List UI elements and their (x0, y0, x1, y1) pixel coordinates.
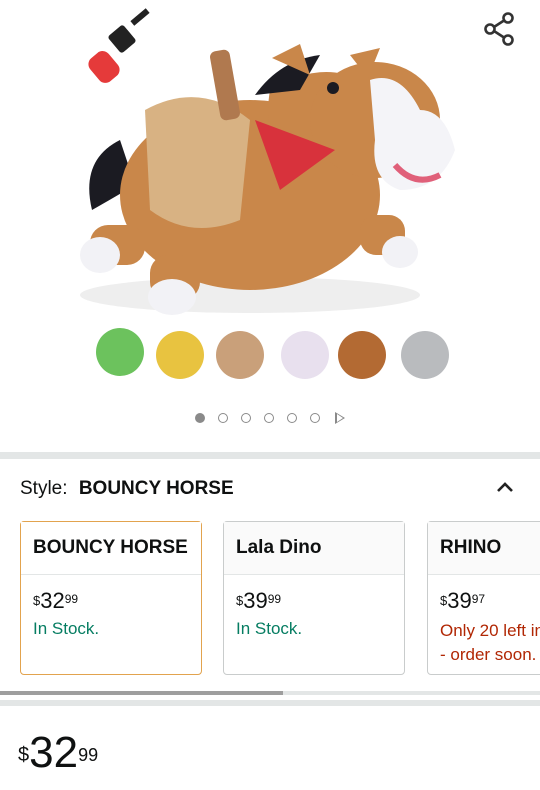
product-price: $3299 (18, 728, 99, 777)
style-selected-value: BOUNCY HORSE (78, 478, 234, 499)
style-option-name: BOUNCY HORSE (21, 522, 201, 575)
style-selector-header: Style: BOUNCY HORSE (20, 478, 234, 500)
page-dot[interactable] (218, 413, 228, 423)
section-divider (0, 700, 540, 706)
unicorn-thumbnail-icon (281, 331, 329, 379)
giraffe-thumbnail-icon (156, 331, 204, 379)
carousel-scrollbar-thumb[interactable] (0, 691, 283, 695)
chevron-up-icon[interactable] (494, 476, 516, 498)
page-dot[interactable] (264, 413, 274, 423)
image-pagination[interactable] (0, 412, 540, 424)
dino-thumbnail-icon (96, 328, 144, 376)
page-dot[interactable] (310, 413, 320, 423)
style-option-card-bouncy-horse[interactable]: BOUNCY HORSE $3299 In Stock. (20, 521, 202, 675)
stock-status: In Stock. (33, 619, 100, 638)
stock-status: Only 20 left in stock (440, 621, 540, 640)
section-divider (0, 452, 540, 459)
style-option-name: RHINO (428, 522, 540, 575)
style-option-card-rhino[interactable]: RHINO $3997 Only 20 left in stock - orde… (427, 521, 540, 675)
highland-cow-thumbnail-icon (338, 331, 386, 379)
bouncy-horse-image[interactable] (0, 0, 540, 450)
rhino-thumbnail-icon (401, 331, 449, 379)
video-play-icon[interactable] (335, 412, 345, 424)
style-label: Style: (20, 478, 68, 499)
pump-icon (88, 8, 150, 83)
page-dot[interactable] (241, 413, 251, 423)
product-image-gallery[interactable] (0, 0, 540, 450)
style-option-name: Lala Dino (224, 522, 404, 575)
style-option-card-lala-dino[interactable]: Lala Dino $3999 In Stock. (223, 521, 405, 675)
cow-thumbnail-icon (216, 331, 264, 379)
style-option-price: $3299 (33, 588, 79, 613)
stock-status: In Stock. (236, 619, 303, 638)
stock-status-line2: - order soon. (440, 645, 537, 664)
share-icon[interactable] (482, 12, 516, 46)
style-option-price: $3999 (236, 588, 282, 613)
page-dot[interactable] (195, 413, 205, 423)
style-option-price: $3997 (440, 588, 486, 613)
page-dot[interactable] (287, 413, 297, 423)
style-options-carousel[interactable]: BOUNCY HORSE $3299 In Stock. Lala Dino $… (20, 521, 540, 679)
